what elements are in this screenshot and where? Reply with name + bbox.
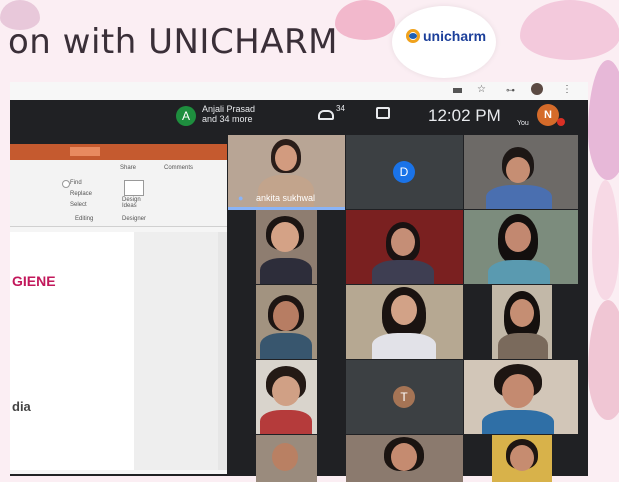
slide-text-2: dia — [12, 399, 31, 414]
participant-tile[interactable] — [492, 285, 552, 359]
participant-initial-d: D — [393, 161, 415, 183]
participant-body — [372, 260, 434, 284]
participant-body — [372, 333, 436, 359]
participant-tile[interactable] — [256, 435, 317, 482]
host-avatar: A — [176, 106, 196, 126]
participant-face — [273, 301, 299, 331]
ribbon-designer: Designer — [122, 216, 147, 222]
design-ideas-icon[interactable] — [124, 180, 144, 196]
background-petal — [588, 60, 619, 180]
participant-body — [498, 333, 548, 359]
participant-face — [391, 228, 415, 256]
browser-topbar — [10, 82, 588, 100]
participant-body — [260, 410, 312, 434]
ribbon-design-ideas[interactable]: Design Ideas — [122, 197, 146, 209]
participant-face — [271, 222, 299, 252]
participant-tile[interactable] — [256, 360, 317, 434]
participant-tile[interactable] — [346, 435, 463, 482]
people-icon[interactable] — [318, 110, 334, 120]
participant-face — [391, 443, 417, 471]
clock-time: 12:02 PM — [428, 106, 501, 125]
participant-body — [482, 410, 554, 434]
participant-face — [510, 299, 534, 327]
chat-icon[interactable] — [376, 107, 390, 119]
participant-face — [272, 376, 300, 406]
participant-tile[interactable] — [256, 210, 317, 284]
notification-dot — [557, 118, 565, 126]
ribbon-select[interactable]: Select — [70, 202, 87, 208]
ribbon-editing: Editing — [75, 216, 94, 222]
background-petal — [520, 0, 619, 60]
participant-tile[interactable] — [464, 360, 578, 434]
banner-heading: on with UNICHARM — [8, 22, 338, 62]
ribbon-find[interactable]: Find — [70, 180, 82, 186]
participant-tile-speaker[interactable]: ankita sukhwal ● — [228, 135, 345, 209]
participant-tile-d[interactable]: D — [346, 135, 463, 209]
participant-tile-t[interactable]: T — [346, 360, 463, 434]
cast-icon[interactable] — [453, 88, 462, 93]
speaker-name: ankita sukhwal — [256, 193, 316, 203]
participant-body — [488, 260, 550, 284]
participant-face — [510, 445, 534, 471]
participant-tile[interactable] — [346, 285, 463, 359]
key-icon[interactable]: ⊶ — [506, 85, 515, 96]
bookmark-star-icon[interactable]: ☆ — [477, 84, 486, 95]
participant-face — [502, 374, 534, 408]
participant-face — [275, 145, 297, 171]
participant-tile[interactable] — [464, 135, 578, 209]
background-petal — [335, 0, 395, 40]
unicharm-logo-mark-inner — [409, 33, 417, 39]
slide-shade — [134, 232, 218, 470]
ppt-title-bar — [10, 144, 227, 160]
host-more: and 34 more — [202, 114, 253, 124]
host-name: Anjali Prasad — [202, 104, 256, 114]
participant-tile[interactable] — [464, 210, 578, 284]
you-label: You — [517, 120, 529, 127]
ribbon-replace[interactable]: Replace — [70, 191, 92, 197]
participant-face — [391, 295, 417, 325]
menu-icon[interactable]: ⋮ — [562, 84, 572, 95]
ppt-tab-highlight[interactable] — [70, 147, 100, 156]
ppt-ribbon — [10, 160, 227, 227]
participant-body — [486, 185, 552, 209]
participant-tile[interactable] — [346, 210, 463, 284]
find-icon[interactable] — [62, 180, 70, 188]
profile-icon[interactable] — [531, 83, 543, 95]
ribbon-comments[interactable]: Comments — [164, 165, 193, 171]
participant-body — [260, 333, 312, 359]
participant-tile[interactable] — [492, 435, 552, 482]
participant-initial-t: T — [393, 386, 415, 408]
participant-face — [506, 157, 530, 183]
background-petal — [588, 300, 619, 420]
participant-face — [272, 443, 298, 471]
speaking-indicator-icon: ● — [238, 193, 244, 203]
you-avatar[interactable]: N — [537, 104, 559, 126]
ribbon-share[interactable]: Share — [120, 165, 136, 171]
participant-body — [258, 175, 314, 209]
background-petal — [592, 180, 619, 300]
participant-body — [260, 258, 312, 284]
participant-face — [505, 222, 531, 252]
unicharm-logo-text: unicharm — [423, 28, 487, 44]
participant-count: 34 — [336, 104, 345, 113]
participant-tile[interactable] — [256, 285, 317, 359]
slide-text-1: GIENE — [12, 273, 56, 289]
ppt-scrollbar[interactable] — [218, 232, 227, 470]
meet-top-bar — [10, 100, 588, 136]
